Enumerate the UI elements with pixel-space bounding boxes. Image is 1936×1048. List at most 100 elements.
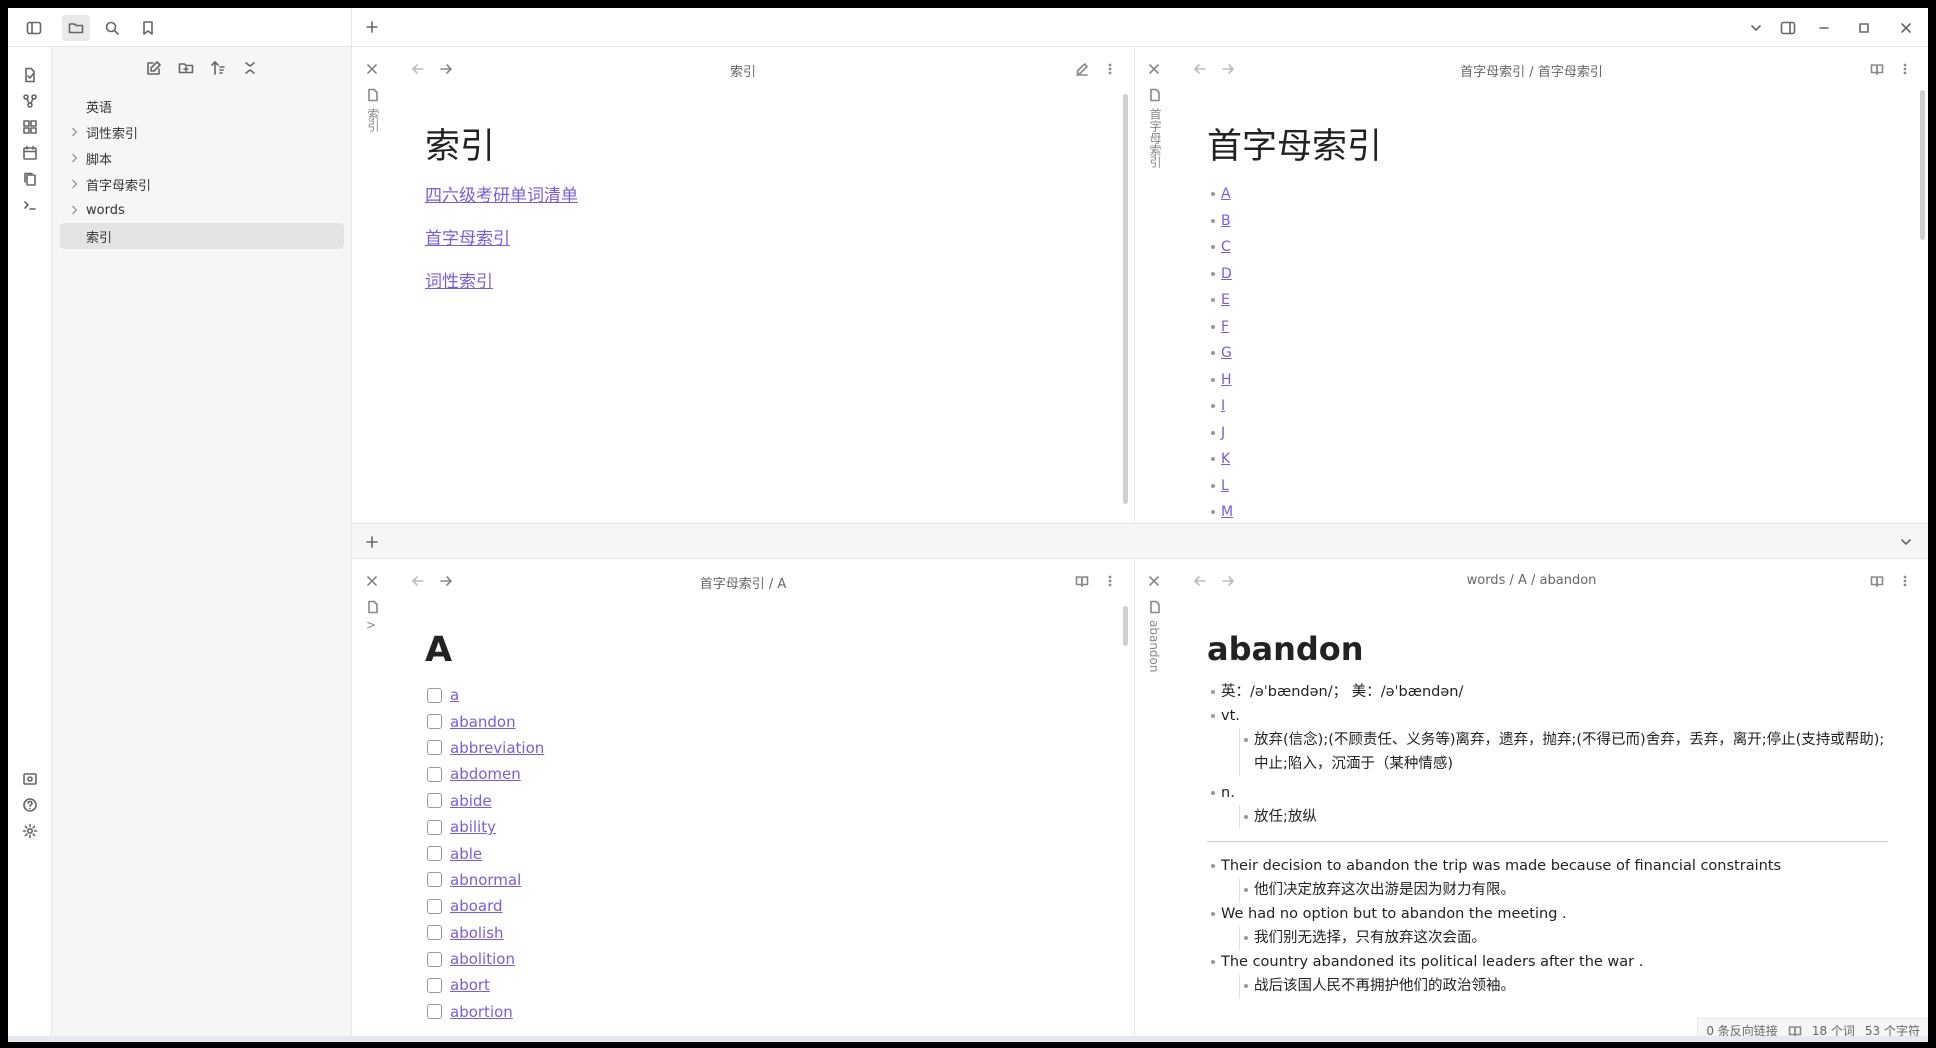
edit-mode-button[interactable] <box>1075 62 1089 76</box>
vertical-title: > <box>366 618 377 632</box>
ribbon-quick-switcher[interactable] <box>22 67 38 83</box>
book-open-icon <box>1870 64 1884 75</box>
task-checkbox[interactable] <box>427 925 442 941</box>
tab-list-button[interactable] <box>1898 534 1914 550</box>
word-link[interactable]: abolish <box>450 924 504 942</box>
internal-link[interactable]: 词性索引 <box>425 267 1093 292</box>
letter-link[interactable]: M <box>1221 504 1233 520</box>
new-tab-button[interactable] <box>364 19 380 35</box>
letter-link[interactable]: B <box>1221 213 1231 229</box>
word-link[interactable]: able <box>450 845 482 863</box>
word-link[interactable]: abnormal <box>450 871 521 889</box>
task-checkbox[interactable] <box>427 872 442 888</box>
letter-link[interactable]: G <box>1221 345 1232 361</box>
word-link[interactable]: aboard <box>450 897 503 915</box>
word-link[interactable]: abandon <box>450 713 516 731</box>
word-link[interactable]: abdomen <box>450 765 521 783</box>
ribbon-help[interactable] <box>22 797 38 813</box>
toggle-sidebar-button[interactable] <box>20 15 48 41</box>
word-link[interactable]: abide <box>450 792 492 810</box>
letter-link[interactable]: F <box>1221 319 1229 335</box>
search-tab[interactable] <box>98 15 126 41</box>
sort-button[interactable] <box>209 59 227 77</box>
maximize-button[interactable] <box>1844 8 1884 47</box>
ribbon-vault-switcher[interactable] <box>22 771 38 787</box>
task-checkbox[interactable] <box>427 766 442 782</box>
sidebar-right-icon <box>1780 21 1796 34</box>
ribbon-daily-note[interactable] <box>22 145 38 161</box>
task-checkbox[interactable] <box>427 846 442 862</box>
word-link[interactable]: abbreviation <box>450 739 544 757</box>
letter-link[interactable]: H <box>1221 372 1232 388</box>
task-checkbox[interactable] <box>427 793 442 809</box>
letter-link[interactable]: K <box>1221 451 1230 467</box>
checklist-item: a <box>425 682 1093 708</box>
pane-letter-index: 首字母索引 / 首字母索引 首字母索引 首字母索引 A B C D E F G … <box>1134 48 1928 523</box>
ribbon-command-palette[interactable] <box>22 197 38 213</box>
collapse-all-button[interactable] <box>241 59 259 77</box>
ribbon-settings[interactable] <box>22 823 38 839</box>
scrollbar[interactable] <box>1123 94 1128 504</box>
bookmarks-tab[interactable] <box>134 15 162 41</box>
word-link[interactable]: abortion <box>450 1003 513 1021</box>
word-link[interactable]: abolition <box>450 950 515 968</box>
letter-link[interactable]: E <box>1221 292 1230 308</box>
tree-item-label: words <box>86 202 125 218</box>
internal-link[interactable]: 首字母索引 <box>425 224 1093 249</box>
internal-link[interactable]: 四六级考研单词清单 <box>425 181 1093 206</box>
more-options-button[interactable] <box>1103 62 1117 76</box>
tree-folder-jiaoben[interactable]: 脚本 <box>60 145 344 171</box>
letter-link[interactable]: C <box>1221 239 1231 255</box>
tree-folder-shouzimu[interactable]: 首字母索引 <box>60 171 344 197</box>
divider <box>1207 841 1888 842</box>
ribbon-canvas[interactable] <box>22 119 38 135</box>
reading-mode-button[interactable] <box>1075 574 1089 588</box>
scrollbar[interactable] <box>1123 606 1128 646</box>
tree-file-suoyin[interactable]: 索引 <box>60 223 344 249</box>
list-item: K <box>1207 446 1888 473</box>
minimize-button[interactable] <box>1804 8 1844 47</box>
new-note-button[interactable] <box>145 59 163 77</box>
task-checkbox[interactable] <box>427 951 442 967</box>
close-window-button[interactable] <box>1884 8 1928 47</box>
task-checkbox[interactable] <box>427 740 442 756</box>
task-checkbox[interactable] <box>427 898 442 914</box>
letter-link[interactable]: I <box>1221 398 1225 414</box>
letter-link[interactable]: J <box>1221 425 1225 441</box>
tree-folder-words[interactable]: words <box>60 197 344 223</box>
letter-link[interactable]: D <box>1221 266 1232 282</box>
tab-list-button[interactable] <box>1740 8 1772 47</box>
example-translation: 战后该国人民不再拥护他们的政治领袖。 <box>1239 974 1888 998</box>
task-checkbox[interactable] <box>427 714 442 730</box>
toggle-right-sidebar-button[interactable] <box>1772 8 1804 47</box>
pane-title[interactable]: words / A / abandon <box>1135 573 1928 588</box>
pane-title[interactable]: 首字母索引 / A <box>353 573 1133 592</box>
task-checkbox[interactable] <box>427 977 442 993</box>
pane-title[interactable]: 首字母索引 / 首字母索引 <box>1135 61 1928 80</box>
word-link[interactable]: abort <box>450 976 490 994</box>
more-options-button[interactable] <box>1898 62 1912 76</box>
word-link[interactable]: ability <box>450 818 496 836</box>
reading-mode-button[interactable] <box>1870 62 1884 76</box>
tab-bar-lower <box>352 523 1928 559</box>
ribbon-templates[interactable] <box>22 171 38 187</box>
grid-icon <box>23 120 37 134</box>
new-folder-button[interactable] <box>177 59 195 77</box>
task-checkbox[interactable] <box>427 1004 442 1020</box>
letter-link[interactable]: L <box>1221 478 1229 494</box>
more-options-button[interactable] <box>1103 574 1117 588</box>
files-tab[interactable] <box>62 14 90 41</box>
task-checkbox[interactable] <box>427 687 442 703</box>
ribbon-graph[interactable] <box>22 93 38 109</box>
letter-link[interactable]: A <box>1221 186 1231 202</box>
pane-title[interactable]: 索引 <box>353 61 1133 80</box>
new-tab-button[interactable] <box>364 534 380 550</box>
tree-file-yingyu[interactable]: 英语 <box>60 93 344 119</box>
reading-mode-button[interactable] <box>1870 574 1884 588</box>
tree-folder-cixing[interactable]: 词性索引 <box>60 119 344 145</box>
help-icon <box>23 798 37 812</box>
more-options-button[interactable] <box>1898 574 1912 588</box>
word-link[interactable]: a <box>450 686 459 704</box>
scrollbar[interactable] <box>1920 90 1925 240</box>
task-checkbox[interactable] <box>427 819 442 835</box>
